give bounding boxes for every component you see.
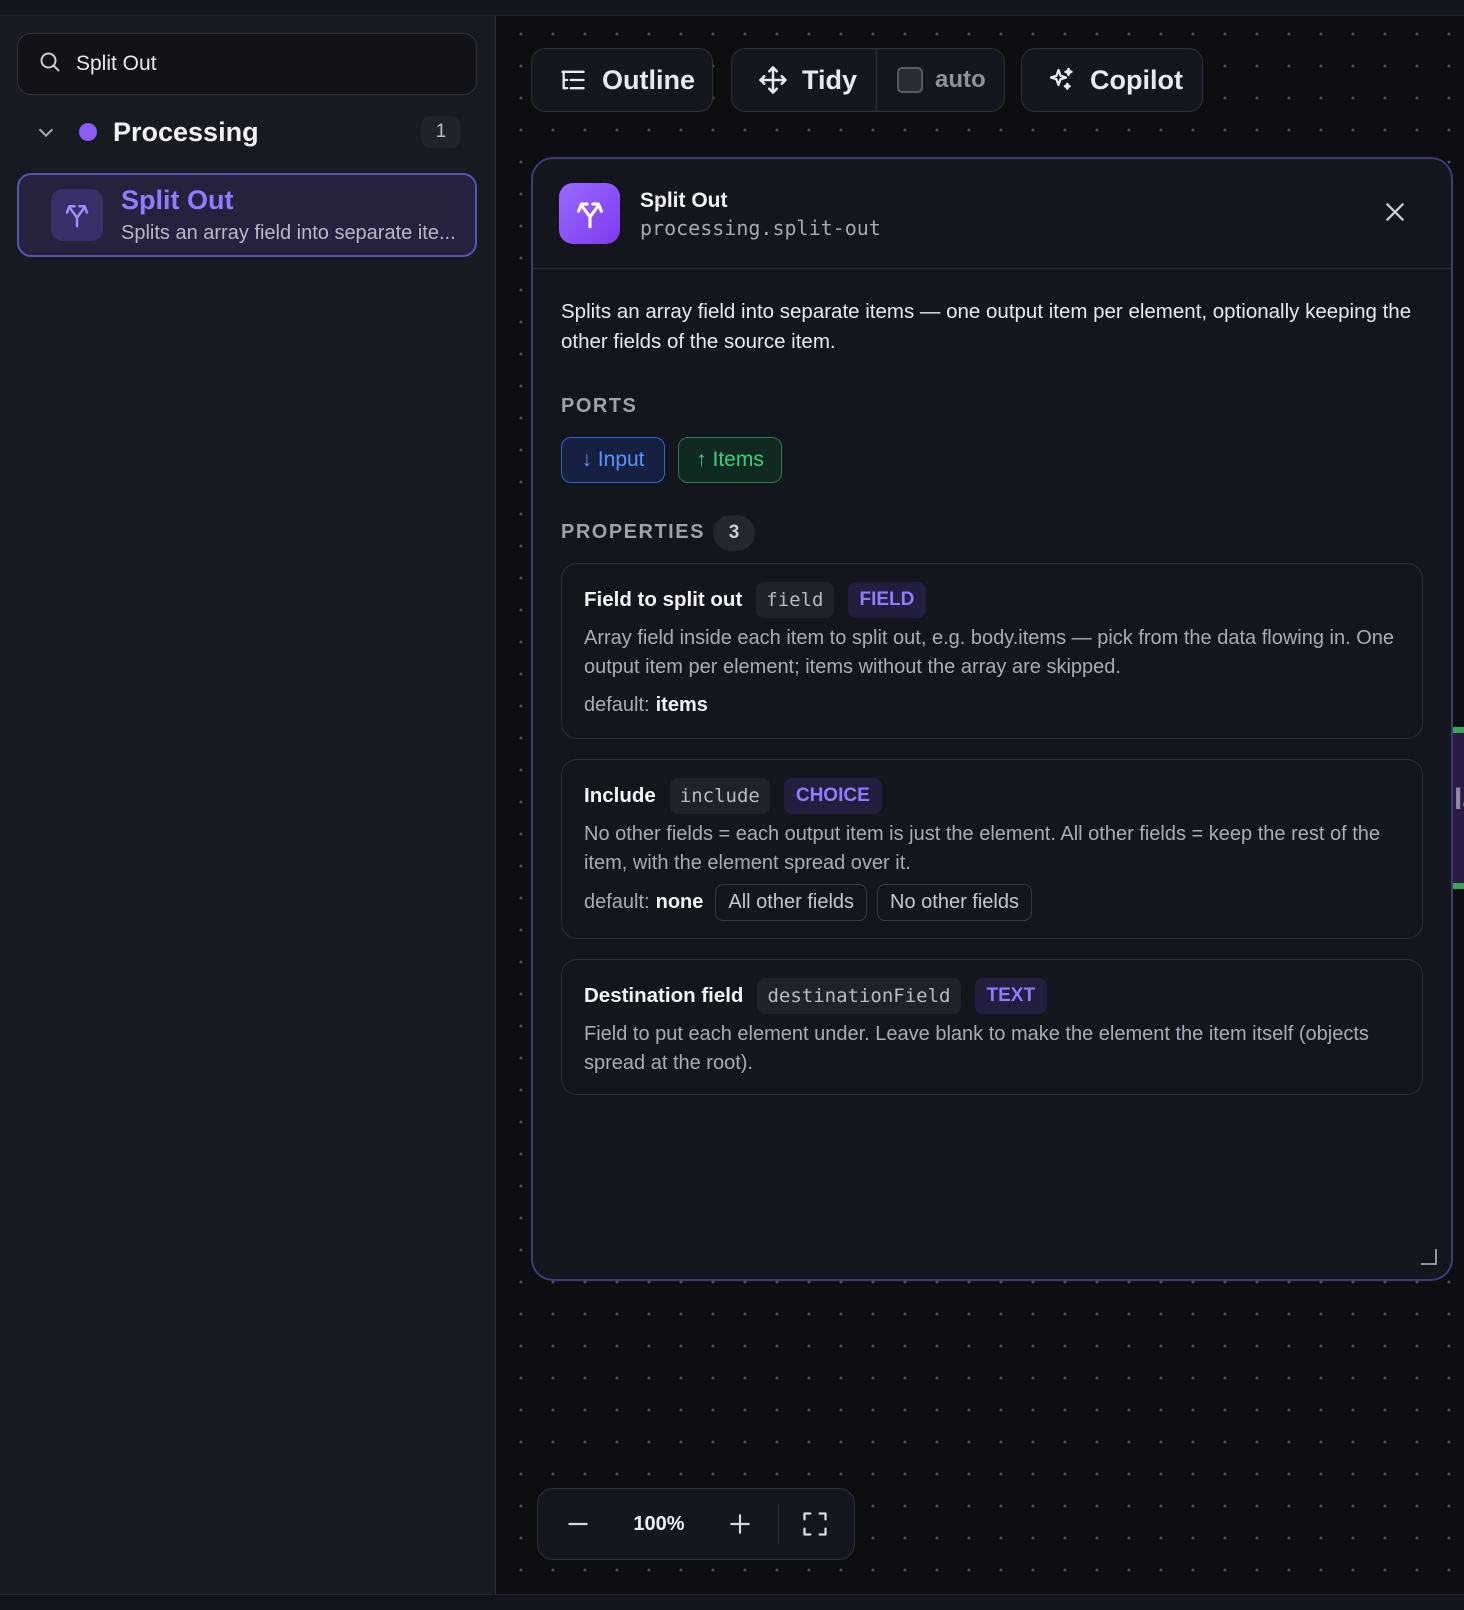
window-bottom-bar: [0, 1594, 1464, 1610]
move-icon: [758, 65, 788, 95]
node-title: Split Out: [121, 185, 234, 215]
output-port-badge: ↑ Items: [678, 437, 782, 483]
property-card: Include include CHOICE No other fields =…: [561, 759, 1423, 939]
zoom-out-button[interactable]: [552, 1498, 604, 1550]
property-name: Include: [584, 784, 656, 807]
resize-handle-icon[interactable]: [1421, 1249, 1437, 1265]
property-key: include: [669, 778, 770, 814]
property-type-badge: FIELD: [847, 582, 927, 618]
zoom-in-button[interactable]: [714, 1498, 766, 1550]
property-description: Array field inside each item to split ou…: [584, 627, 1395, 678]
copilot-label: Copilot: [1090, 64, 1183, 95]
zoom-divider: [778, 1504, 779, 1544]
tidy-label: Tidy: [802, 64, 858, 95]
fit-view-button[interactable]: [789, 1498, 841, 1550]
node-inspector-panel: Split Out processing.split-out Splits an…: [531, 157, 1453, 1281]
zoom-level: 100%: [633, 1512, 685, 1535]
close-icon[interactable]: [1378, 195, 1412, 229]
property-description: No other fields = each output item is ju…: [584, 823, 1381, 874]
property-name: Field to split out: [584, 588, 743, 611]
default-value: items: [655, 694, 708, 716]
default-label: default:: [584, 694, 650, 716]
property-key: destinationField: [757, 978, 961, 1014]
property-description: Field to put each element under. Leave b…: [584, 1023, 1369, 1074]
window-top-bar: [0, 0, 1464, 16]
property-type-badge: TEXT: [974, 978, 1048, 1014]
property-type-badge: CHOICE: [783, 778, 882, 814]
auto-tidy-toggle[interactable]: auto: [877, 49, 986, 111]
default-value: none: [655, 891, 704, 913]
property-card: Field to split out field FIELD Array fie…: [561, 563, 1423, 739]
outline-label: Outline: [602, 64, 695, 95]
input-port-badge: ↓ Input: [561, 437, 665, 483]
properties-count-badge: 3: [713, 515, 755, 551]
sparkles-icon: [1046, 65, 1076, 95]
property-default: default: items: [584, 694, 708, 717]
search-input[interactable]: Split Out: [17, 33, 477, 95]
node-description: Splits an array field into separate ite.…: [121, 222, 456, 244]
panel-header: Split Out processing.split-out: [533, 159, 1451, 269]
properties-heading: PROPERTIES: [561, 521, 705, 543]
auto-checkbox[interactable]: [897, 67, 923, 93]
split-icon: [559, 183, 620, 244]
panel-node-type: processing.split-out: [640, 216, 881, 240]
category-label: Processing: [113, 116, 259, 147]
category-processing[interactable]: Processing 1: [17, 110, 477, 154]
property-default: default: none All other fields No other …: [584, 884, 1032, 921]
default-label: default:: [584, 891, 650, 913]
node-item-split-out[interactable]: Split Out Splits an array field into sep…: [17, 173, 477, 257]
choice-option: No other fields: [877, 884, 1032, 921]
property-card: Destination field destinationField TEXT …: [561, 959, 1423, 1095]
outline-icon: [558, 65, 588, 95]
search-icon: [38, 50, 62, 79]
copilot-button[interactable]: Copilot: [1021, 48, 1203, 112]
category-count-badge: 1: [421, 116, 461, 148]
canvas-node-partial[interactable]: la: [1452, 727, 1464, 889]
ports-heading: PORTS: [561, 395, 638, 417]
panel-title: Split Out: [640, 189, 728, 212]
search-value[interactable]: Split Out: [76, 52, 157, 76]
property-name: Destination field: [584, 984, 744, 1007]
auto-label: auto: [935, 66, 986, 93]
zoom-controls: 100%: [537, 1488, 855, 1560]
tidy-button[interactable]: Tidy: [732, 49, 877, 111]
panel-description: Splits an array field into separate item…: [561, 300, 1412, 353]
split-icon: [51, 189, 103, 241]
choice-option: All other fields: [715, 884, 868, 921]
outline-button[interactable]: Outline: [531, 48, 713, 112]
canvas-node-partial-label: la: [1454, 783, 1464, 816]
property-key: field: [756, 582, 834, 618]
chevron-down-icon[interactable]: [31, 117, 61, 147]
category-color-dot: [79, 123, 97, 141]
node-library-sidebar: Split Out Processing 1 Split Out Splits …: [0, 16, 496, 1594]
tidy-group: Tidy auto: [731, 48, 1005, 112]
